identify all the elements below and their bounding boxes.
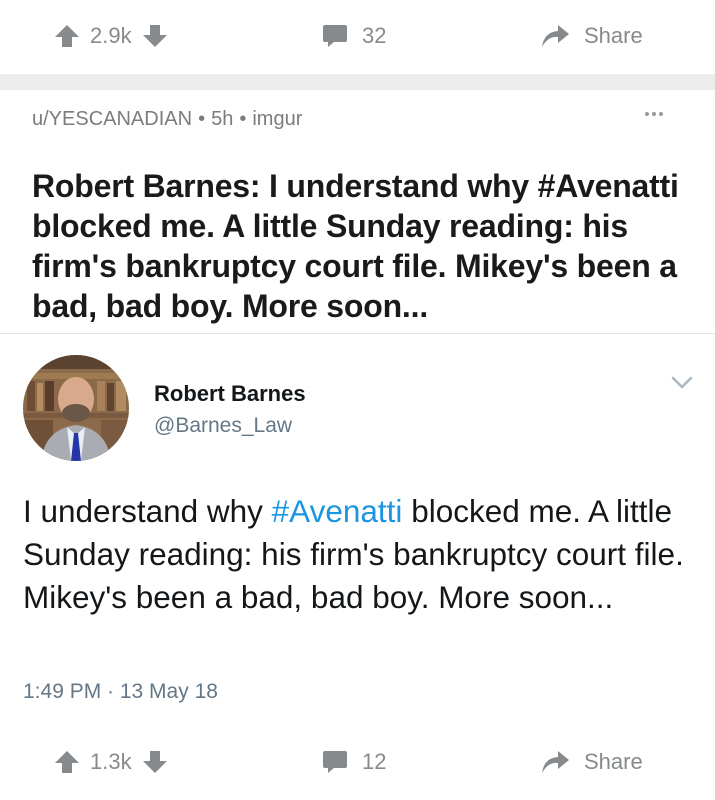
post-domain[interactable]: imgur: [252, 108, 302, 130]
ellipsis-icon[interactable]: [645, 112, 663, 116]
post-author[interactable]: u/YESCANADIAN: [32, 108, 192, 130]
meta-separator: •: [239, 108, 247, 130]
comments-button[interactable]: 32: [322, 0, 386, 72]
tweet-author-handle[interactable]: @Barnes_Law: [154, 414, 292, 438]
arrow-down-icon[interactable]: [142, 23, 168, 49]
share-arrow-icon: [540, 749, 570, 775]
post-title[interactable]: Robert Barnes: I understand why #Avenatt…: [32, 166, 692, 326]
avatar[interactable]: [23, 355, 129, 461]
comments-button[interactable]: 12: [322, 726, 386, 798]
meta-separator: •: [198, 108, 206, 130]
share-label: Share: [584, 749, 643, 774]
share-arrow-icon: [540, 23, 570, 49]
bottom-action-bar: 1.3k 12 Share: [0, 726, 715, 798]
post-age: 5h: [211, 108, 234, 130]
tweet-timestamp[interactable]: 1:49 PM · 13 May 18: [23, 680, 218, 704]
chevron-down-icon[interactable]: [671, 375, 693, 396]
section-divider: [0, 74, 715, 90]
tweet-text-start: I understand why: [23, 493, 272, 529]
comment-count: 12: [362, 749, 387, 774]
vote-group: 2.9k: [54, 0, 168, 72]
divider: [0, 333, 715, 334]
tweet-author-name[interactable]: Robert Barnes: [154, 381, 306, 407]
arrow-down-icon[interactable]: [142, 749, 168, 775]
arrow-up-icon[interactable]: [54, 749, 80, 775]
share-button[interactable]: Share: [540, 0, 643, 72]
comment-count: 32: [362, 23, 387, 48]
vote-score: 1.3k: [90, 749, 132, 774]
share-label: Share: [584, 23, 643, 48]
speech-bubble-icon: [322, 23, 348, 49]
post-meta: u/YESCANADIAN • 5h • imgur: [32, 108, 302, 131]
tweet-text: I understand why #Avenatti blocked me. A…: [23, 490, 693, 619]
speech-bubble-icon: [322, 749, 348, 775]
vote-score: 2.9k: [90, 23, 132, 48]
vote-group: 1.3k: [54, 726, 168, 798]
hashtag-link[interactable]: #Avenatti: [272, 493, 403, 529]
share-button[interactable]: Share: [540, 726, 643, 798]
arrow-up-icon[interactable]: [54, 23, 80, 49]
top-action-bar: 2.9k 32 Share: [0, 0, 715, 72]
